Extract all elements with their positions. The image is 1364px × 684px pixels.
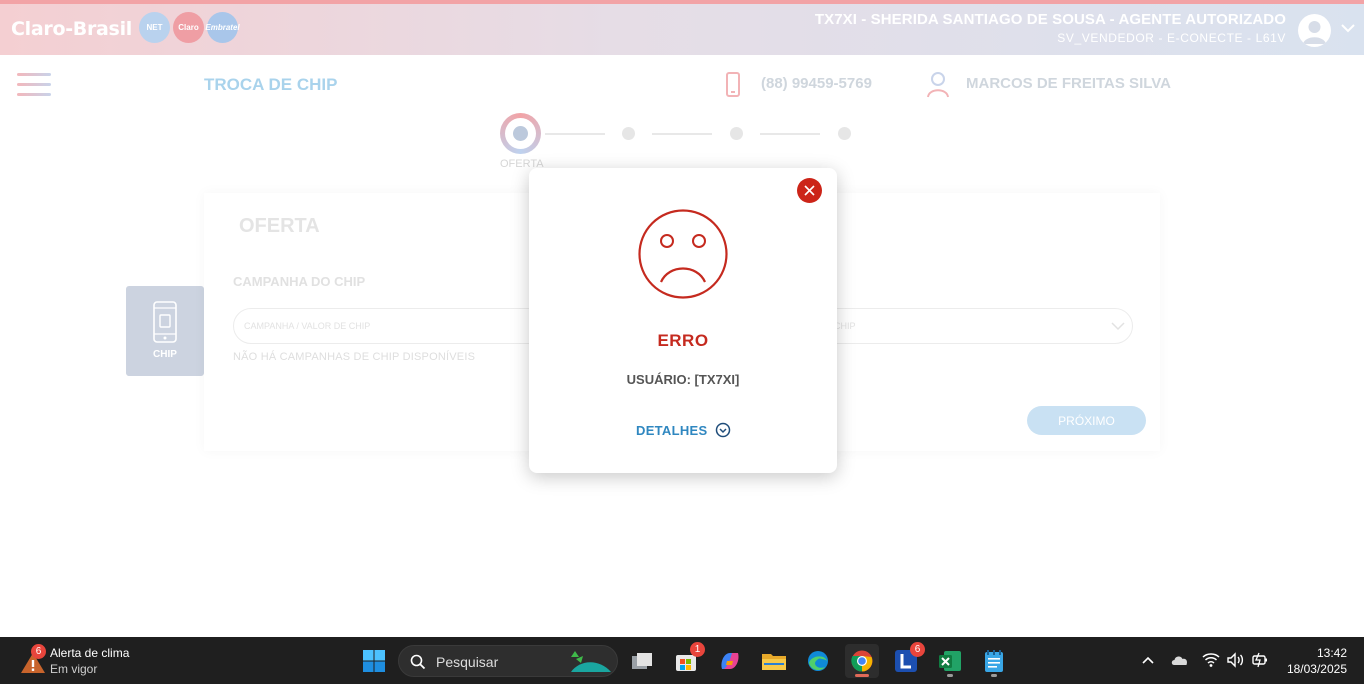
close-icon [804, 185, 815, 196]
sad-face-icon [638, 209, 728, 299]
details-label: DETALHES [636, 422, 708, 438]
no-campaigns-text: NÃO HÁ CAMPANHAS DE CHIP DISPONÍVEIS [233, 351, 476, 363]
step-connector [652, 133, 712, 135]
avatar-icon [1303, 21, 1326, 44]
progress-stepper: OFERTA [500, 113, 860, 173]
weather-subtitle: Em vigor [50, 662, 98, 676]
step-2 [622, 127, 635, 140]
user-info: TX7XI - SHERIDA SANTIAGO DE SOUSA - AGEN… [815, 11, 1286, 45]
side-tab-chip-label: CHIP [153, 349, 177, 360]
details-toggle[interactable]: DETALHES [636, 422, 731, 438]
clock-date: 18/03/2025 [1286, 662, 1347, 676]
step-3 [730, 127, 743, 140]
launcher-badge: 6 [910, 642, 925, 657]
chevron-up-icon[interactable] [1141, 651, 1155, 669]
user-avatar[interactable] [1298, 14, 1331, 47]
chip-campaign-placeholder: CAMPANHA / VALOR DE CHIP [244, 321, 371, 331]
search-placeholder: Pesquisar [436, 654, 499, 670]
wifi-icon[interactable] [1202, 651, 1220, 669]
top-bar: Claro-Brasil NET Claro Embratel TX7XI - … [0, 0, 1364, 55]
edge-icon [808, 651, 828, 671]
app-window: Claro-Brasil NET Claro Embratel TX7XI - … [0, 0, 1364, 637]
user-name: TX7XI - SHERIDA SANTIAGO DE SOUSA - AGEN… [814, 11, 1286, 28]
edge-button[interactable] [801, 644, 835, 678]
step-connector [760, 133, 820, 135]
step-4 [838, 127, 851, 140]
page-title: TROCA DE CHIP [204, 75, 338, 94]
system-clock[interactable]: 13:42 18/03/2025 [1287, 645, 1347, 677]
phone-number: (88) 99459-5769 [761, 75, 872, 92]
error-modal: ERRO USUÁRIO: [TX7XI] DETALHES [529, 168, 837, 473]
client-name: MARCOS DE FREITAS SILVA [966, 75, 1172, 92]
file-explorer-button[interactable] [757, 644, 791, 678]
net-badge: NET [139, 12, 170, 43]
task-view-icon [632, 653, 652, 669]
windows-logo-icon [363, 650, 385, 672]
chip-campaign-placeholder-tail: CHIP [834, 321, 856, 331]
onedrive-cloud-icon[interactable] [1170, 651, 1190, 669]
next-button[interactable]: PRÓXIMO [1027, 406, 1146, 435]
open-app-indicator [991, 674, 997, 677]
error-message: USUÁRIO: [TX7XI] [626, 372, 740, 387]
volume-icon[interactable] [1226, 651, 1246, 669]
notepad-button[interactable] [977, 644, 1011, 678]
user-menu-chevron-icon[interactable] [1340, 22, 1356, 34]
sim-chip-icon [153, 301, 177, 343]
copilot-icon [721, 653, 739, 669]
clock-time: 13:42 [1316, 646, 1347, 660]
recycle-highlight-icon [571, 651, 611, 672]
launcher-l-button[interactable]: 6 [889, 642, 925, 678]
copilot-button[interactable] [713, 644, 747, 678]
start-button[interactable] [357, 644, 391, 678]
taskbar-search[interactable]: Pesquisar [398, 645, 618, 677]
person-icon [927, 72, 949, 98]
mobile-phone-icon [726, 72, 740, 97]
open-app-indicator [947, 674, 953, 677]
chrome-icon [851, 650, 873, 672]
search-icon [410, 654, 426, 670]
battery-charging-icon[interactable] [1251, 651, 1269, 669]
store-badge: 1 [690, 642, 705, 657]
microsoft-store-button[interactable]: 1 [669, 642, 705, 678]
chevron-down-circle-icon [715, 422, 730, 438]
card-title: OFERTA [239, 215, 320, 237]
active-app-indicator [855, 674, 869, 677]
chip-campaign-label: CAMPANHA DO CHIP [233, 274, 366, 289]
windows-taskbar: 6 Alerta de clima Em vigor Pesquisar 1 6… [0, 637, 1364, 684]
weather-title: Alerta de clima [50, 646, 130, 660]
notepad-icon [985, 650, 1003, 672]
side-tab-chip[interactable]: CHIP [126, 286, 204, 376]
error-title: ERRO [657, 331, 709, 350]
chevron-down-icon [1111, 322, 1125, 331]
weather-badge: 6 [31, 644, 46, 659]
excel-icon [939, 651, 961, 671]
task-view-button[interactable] [625, 644, 659, 678]
embratel-badge: Embratel [205, 12, 240, 43]
brand-badges: NET Claro Embratel [139, 12, 240, 43]
claro-brasil-logo: Claro-Brasil [11, 18, 132, 40]
close-modal-button[interactable] [797, 178, 822, 203]
menu-hamburger-icon[interactable] [17, 73, 51, 101]
excel-button[interactable] [933, 644, 967, 678]
user-role: SV_VENDEDOR - E-CONECTE - L61V [1057, 31, 1286, 45]
claro-badge: Claro [173, 12, 204, 43]
chrome-button[interactable] [845, 644, 879, 678]
step-oferta-dot [513, 126, 528, 141]
weather-widget[interactable]: 6 Alerta de clima Em vigor [17, 644, 147, 678]
step-connector [545, 133, 605, 135]
folder-icon [762, 654, 786, 670]
